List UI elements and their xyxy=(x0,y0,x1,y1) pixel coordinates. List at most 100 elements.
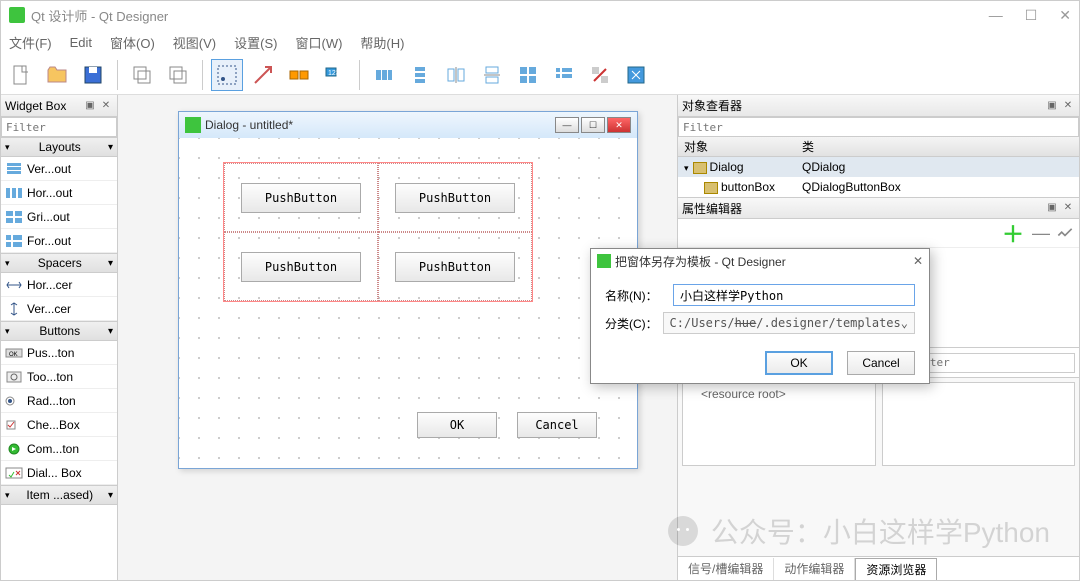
resource-view[interactable] xyxy=(882,382,1076,466)
dialog-button-box[interactable]: OK Cancel xyxy=(417,412,597,438)
minimize-button[interactable]: — xyxy=(989,7,1003,24)
class-column-header[interactable]: 类 xyxy=(798,138,1079,155)
save-template-dialog: 把窗体另存为模板 - Qt Designer ✕ 名称(N)： 分类(C)： C… xyxy=(590,248,930,384)
widget-icon xyxy=(5,234,23,248)
widget-icon xyxy=(5,162,23,176)
svg-text:OK: OK xyxy=(9,352,18,358)
push-button-3[interactable]: PushButton xyxy=(241,252,361,282)
grid-layout-widget[interactable]: PushButton PushButton PushButton PushBut… xyxy=(223,162,533,302)
property-close-button[interactable]: ✕ xyxy=(1061,201,1075,215)
maximize-button[interactable]: ☐ xyxy=(1025,7,1038,24)
widget-category-header[interactable]: ▾Buttons▾ xyxy=(1,321,117,341)
widget-box-item[interactable]: Com...ton xyxy=(1,437,117,461)
save-button[interactable] xyxy=(77,59,109,91)
widget-box-item[interactable]: For...out xyxy=(1,229,117,253)
menu-form[interactable]: 窗体(O) xyxy=(110,33,155,52)
widget-box-item[interactable]: Rad...ton xyxy=(1,389,117,413)
edit-widgets-button[interactable] xyxy=(211,59,243,91)
dialog-ok-button[interactable]: OK xyxy=(765,351,833,375)
menu-file[interactable]: 文件(F) xyxy=(9,33,52,52)
object-inspector-title: 对象查看器 xyxy=(682,97,742,114)
widget-icon: OK xyxy=(5,346,23,360)
form-minimize-button[interactable]: — xyxy=(555,117,579,133)
menu-help[interactable]: 帮助(H) xyxy=(360,33,404,52)
template-name-input[interactable] xyxy=(673,284,915,306)
resource-tree[interactable]: <resource root> xyxy=(682,382,876,466)
menu-view[interactable]: 视图(V) xyxy=(173,33,216,52)
remove-property-button[interactable]: — xyxy=(1031,223,1051,243)
widget-icon xyxy=(5,394,23,408)
widget-category-header[interactable]: ▾Item ...ased)▾ xyxy=(1,485,117,505)
panel-float-button[interactable]: ▣ xyxy=(83,99,97,113)
widget-box-filter-input[interactable] xyxy=(1,117,117,137)
widget-box-item[interactable]: OKPus...ton xyxy=(1,341,117,365)
push-button-1[interactable]: PushButton xyxy=(241,183,361,213)
add-property-button[interactable]: ＋ xyxy=(999,221,1027,245)
resource-filter-input[interactable] xyxy=(905,353,1075,373)
widget-category-header[interactable]: ▾Layouts▾ xyxy=(1,137,117,157)
widget-box-item[interactable]: Ver...cer xyxy=(1,297,117,321)
widget-box-item[interactable]: Too...ton xyxy=(1,365,117,389)
panel-close-button[interactable]: ✕ xyxy=(99,99,113,113)
widget-box-item[interactable]: Che...Box xyxy=(1,413,117,437)
widget-box-item[interactable]: Hor...out xyxy=(1,181,117,205)
menu-edit[interactable]: Edit xyxy=(70,35,92,50)
form-maximize-button[interactable]: ☐ xyxy=(581,117,605,133)
adjust-size-button[interactable] xyxy=(620,59,652,91)
qt-icon xyxy=(185,117,201,133)
bring-front-button[interactable] xyxy=(162,59,194,91)
toolbar: 123 xyxy=(1,55,1079,95)
close-button[interactable]: ✕ xyxy=(1059,7,1071,24)
break-layout-button[interactable] xyxy=(584,59,616,91)
widget-box-item[interactable]: Hor...cer xyxy=(1,273,117,297)
form-close-button[interactable]: ✕ xyxy=(607,117,631,133)
widget-box-item[interactable]: Dial... Box xyxy=(1,461,117,485)
ok-button[interactable]: OK xyxy=(417,412,497,438)
layout-form-button[interactable] xyxy=(548,59,580,91)
object-tree-row[interactable]: ▾DialogQDialog xyxy=(678,157,1079,177)
widget-icon xyxy=(5,302,23,316)
object-tree-row[interactable]: buttonBoxQDialogButtonBox xyxy=(678,177,1079,197)
app-icon xyxy=(9,7,25,23)
titlebar: Qt 设计师 - Qt Designer — ☐ ✕ xyxy=(1,1,1079,29)
cancel-button[interactable]: Cancel xyxy=(517,412,597,438)
property-float-button[interactable]: ▣ xyxy=(1045,201,1059,215)
widget-category-header[interactable]: ▾Spacers▾ xyxy=(1,253,117,273)
new-file-button[interactable] xyxy=(5,59,37,91)
resource-root-item[interactable]: <resource root> xyxy=(687,387,786,401)
object-column-header[interactable]: 对象 xyxy=(678,138,798,155)
category-label: 分类(C)： xyxy=(605,315,663,332)
tab-signal-slot[interactable]: 信号/槽编辑器 xyxy=(678,558,774,580)
layout-h-splitter-button[interactable] xyxy=(440,59,472,91)
property-settings-button[interactable] xyxy=(1055,223,1075,243)
edit-tab-order-button[interactable]: 123 xyxy=(319,59,351,91)
inspector-close-button[interactable]: ✕ xyxy=(1061,99,1075,113)
inspector-float-button[interactable]: ▣ xyxy=(1045,99,1059,113)
chevron-down-icon: ⌄ xyxy=(901,316,908,330)
edit-buddies-button[interactable] xyxy=(283,59,315,91)
tab-resource[interactable]: 资源浏览器 xyxy=(855,558,937,580)
object-inspector-filter-input[interactable] xyxy=(678,117,1079,137)
dialog-close-button[interactable]: ✕ xyxy=(913,254,923,268)
widget-icon xyxy=(5,466,23,480)
design-form-window[interactable]: Dialog - untitled* — ☐ ✕ PushButton Push… xyxy=(178,111,638,469)
menu-settings[interactable]: 设置(S) xyxy=(234,33,277,52)
layout-v-splitter-button[interactable] xyxy=(476,59,508,91)
tab-action[interactable]: 动作编辑器 xyxy=(774,558,855,580)
edit-signals-button[interactable] xyxy=(247,59,279,91)
category-combo[interactable]: C:/Users/hue/.designer/templates ⌄ xyxy=(663,312,915,334)
svg-text:123: 123 xyxy=(328,70,340,77)
layout-vertical-button[interactable] xyxy=(404,59,436,91)
push-button-2[interactable]: PushButton xyxy=(395,183,515,213)
menubar: 文件(F) Edit 窗体(O) 视图(V) 设置(S) 窗口(W) 帮助(H) xyxy=(1,29,1079,55)
layout-horizontal-button[interactable] xyxy=(368,59,400,91)
send-back-button[interactable] xyxy=(126,59,158,91)
property-editor-title: 属性编辑器 xyxy=(682,200,742,217)
layout-grid-button[interactable] xyxy=(512,59,544,91)
menu-window[interactable]: 窗口(W) xyxy=(295,33,342,52)
widget-box-item[interactable]: Ver...out xyxy=(1,157,117,181)
open-file-button[interactable] xyxy=(41,59,73,91)
dialog-cancel-button[interactable]: Cancel xyxy=(847,351,915,375)
widget-box-item[interactable]: Gri...out xyxy=(1,205,117,229)
push-button-4[interactable]: PushButton xyxy=(395,252,515,282)
